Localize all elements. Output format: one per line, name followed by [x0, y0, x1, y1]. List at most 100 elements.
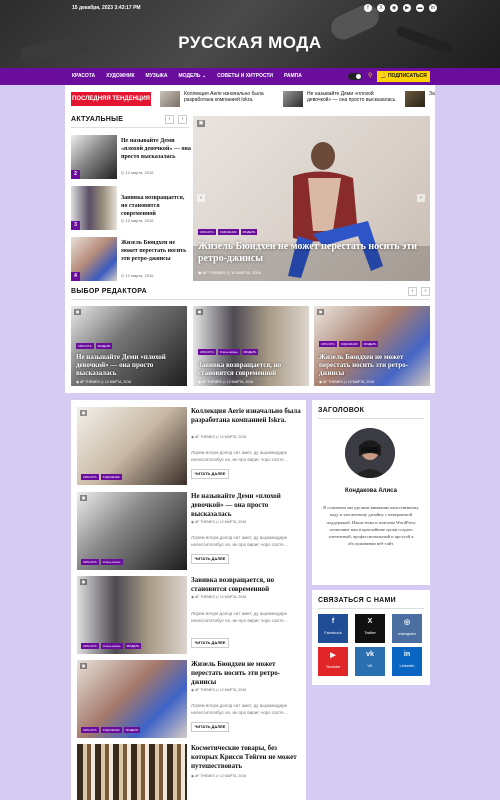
x-icon[interactable]: X: [377, 4, 385, 12]
facebook-button[interactable]: f Facebook: [318, 614, 348, 643]
tag[interactable]: МОДЕЛЬ: [240, 229, 258, 235]
avatar: [345, 428, 395, 478]
trending-item[interactable]: Коллекция Aerie изначально была разработ…: [160, 91, 274, 107]
trending-item[interactable]: За: [405, 91, 439, 107]
article-title[interactable]: Завивка возвращается, но становится совр…: [191, 576, 303, 594]
editor-card[interactable]: ▣ КРАСОТА МОДЕЛЬ Не называйте Деми «плох…: [71, 306, 187, 386]
facebook-icon[interactable]: f: [364, 4, 372, 12]
article-card[interactable]: ▣ КРАСОТА Очень жизнь МОДЕЛЬ Завивка воз…: [77, 576, 302, 656]
list-item[interactable]: 4 Жизель Бюндхен не может перестать носи…: [71, 237, 189, 281]
slider-next-button[interactable]: ›: [417, 194, 425, 202]
article-title[interactable]: Не называйте Деми «плохой девочкой» — он…: [191, 492, 303, 519]
article-card[interactable]: ▣ КРАСОТА ХУДОЖНИК МОДЕЛЬ Жизель Бюндхен…: [77, 660, 302, 740]
nav-item-artist[interactable]: ХУДОЖНИК: [106, 73, 134, 79]
editor-card-title[interactable]: Завивка возвращается, но становится совр…: [198, 361, 303, 377]
tag[interactable]: Очень жизнь: [100, 643, 123, 649]
article-card[interactable]: Косметические товары, без которых Крисси…: [77, 744, 302, 800]
article-image[interactable]: [77, 744, 187, 800]
nav-item-beauty[interactable]: КРАСОТА: [72, 73, 95, 79]
trending-item-title[interactable]: За: [429, 91, 439, 107]
site-title[interactable]: РУССКАЯ МОДА: [0, 33, 500, 53]
trending-thumbnail: [160, 91, 180, 107]
tag[interactable]: МОДЕЛЬ: [361, 341, 379, 347]
article-title[interactable]: Коллекция Aerie изначально была разработ…: [191, 407, 303, 425]
featured-title[interactable]: Жизель Бюндхен не может перестать носить…: [198, 241, 430, 265]
linkedin-button[interactable]: in Linkedin: [392, 647, 422, 676]
tag[interactable]: МОДЕЛЬ: [123, 727, 141, 733]
article-image[interactable]: ▣ КРАСОТА Очень жизнь МОДЕЛЬ: [77, 576, 187, 654]
tag[interactable]: ХУДОЖНИК: [338, 341, 360, 347]
nav-item-model[interactable]: МОДЕЛЬ ⌄: [179, 73, 207, 79]
tag[interactable]: ХУДОЖНИК: [100, 727, 122, 733]
editor-card[interactable]: ▣ КРАСОТА ХУДОЖНИК МОДЕЛЬ Жизель Бюндхен…: [314, 306, 430, 386]
tag[interactable]: Очень жизнь: [100, 559, 123, 565]
tag[interactable]: КРАСОТА: [81, 727, 99, 733]
youtube-button[interactable]: ▶ Youtube: [318, 647, 348, 676]
read-more-button[interactable]: ЧИТАТЬ ДАЛЕЕ: [191, 638, 229, 648]
instagram-icon[interactable]: ◉: [390, 4, 398, 12]
trending-item-title[interactable]: Не называйте Деми «плохой девочкой» — он…: [307, 91, 397, 107]
tag[interactable]: КРАСОТА: [81, 559, 99, 565]
list-item-date: ◴ 12 марта, 2016: [121, 273, 154, 278]
widget-title: ЗАГОЛОВОК: [318, 407, 365, 414]
vk-button[interactable]: vk VK: [355, 647, 385, 676]
article-image[interactable]: ▣ КРАСОТА Очень жизнь: [77, 492, 187, 570]
tag[interactable]: КРАСОТА: [319, 341, 337, 347]
dark-mode-toggle[interactable]: [348, 73, 362, 80]
article-title[interactable]: Жизель Бюндхен не может перестать носить…: [191, 660, 303, 687]
article-meta: ◉ AF THEMES ◴ 12 МАРТА, 2016: [191, 688, 247, 692]
article-title[interactable]: Косметические товары, без которых Крисси…: [191, 744, 303, 771]
article-card[interactable]: ▣ КРАСОТА ХУДОЖНИК Коллекция Aerie изнач…: [77, 407, 302, 487]
article-meta: ◉ AF THEMES ◴ 12 МАРТА, 2016: [191, 520, 247, 524]
editor-card-title[interactable]: Не называйте Деми «плохой девочкой» — он…: [76, 353, 181, 377]
tag[interactable]: МОДЕЛЬ: [124, 643, 142, 649]
list-item-date: ◴ 12 марта, 2016: [121, 218, 154, 223]
nav-item-tips[interactable]: СОВЕТЫ И ХИТРОСТИ: [217, 73, 273, 79]
subscribe-button[interactable]: 🔔 ПОДПИСАТЬСЯ: [377, 71, 430, 82]
instagram-icon: ◎: [403, 619, 411, 626]
editor-card[interactable]: ▣ КРАСОТА Очень жизнь МОДЕЛЬ Завивка воз…: [193, 306, 309, 386]
read-more-button[interactable]: ЧИТАТЬ ДАЛЕЕ: [191, 469, 229, 479]
article-image[interactable]: ▣ КРАСОТА ХУДОЖНИК МОДЕЛЬ: [77, 660, 187, 738]
search-icon[interactable]: ⚲: [368, 72, 372, 79]
tag[interactable]: КРАСОТА: [198, 229, 216, 235]
article-card[interactable]: ▣ КРАСОТА Очень жизнь Не называйте Деми …: [77, 492, 302, 572]
category-tags: КРАСОТА ХУДОЖНИК МОДЕЛЬ: [319, 341, 379, 347]
list-item[interactable]: 2 Не называйте Деми «плохой девочкой» — …: [71, 135, 191, 179]
list-item-title[interactable]: Жизель Бюндхен не может перестать носить…: [121, 239, 191, 263]
next-arrow-button[interactable]: ›: [421, 287, 430, 296]
nav-item-music[interactable]: МУЗЫКА: [146, 73, 168, 79]
prev-arrow-button[interactable]: ‹: [408, 287, 417, 296]
trending-item[interactable]: Не называйте Деми «плохой девочкой» — он…: [283, 91, 397, 107]
nav-item-ramp[interactable]: РАМПА: [284, 73, 302, 79]
tag[interactable]: КРАСОТА: [76, 343, 94, 349]
featured-post[interactable]: ▣ КРАСОТА ХУДОЖНИК МОДЕЛЬ Жизель Бюндхен…: [193, 116, 430, 281]
tag[interactable]: КРАСОТА: [81, 474, 99, 480]
next-arrow-button[interactable]: ›: [178, 115, 187, 124]
tag[interactable]: Очень жизнь: [217, 349, 240, 355]
editor-card-title[interactable]: Жизель Бюндхен не может перестать носить…: [319, 353, 424, 377]
read-more-button[interactable]: ЧИТАТЬ ДАЛЕЕ: [191, 554, 229, 564]
youtube-icon[interactable]: ▶: [403, 4, 411, 12]
instagram-button[interactable]: ◎ Instagram: [392, 614, 422, 643]
author-widget: ЗАГОЛОВОК Кондакова Алиса В основном мы …: [312, 400, 430, 585]
list-item[interactable]: 3 Завивка возвращается, но становится со…: [71, 186, 189, 230]
slider-prev-button[interactable]: ‹: [197, 194, 205, 202]
tag[interactable]: МОДЕЛЬ: [241, 349, 259, 355]
list-item-title[interactable]: Завивка возвращается, но становится совр…: [121, 194, 191, 218]
camera-icon: ▣: [197, 120, 205, 127]
vk-icon[interactable]: ▬: [416, 4, 424, 12]
trending-item-title[interactable]: Коллекция Aerie изначально была разработ…: [184, 91, 274, 107]
tag[interactable]: МОДЕЛЬ: [95, 343, 113, 349]
prev-arrow-button[interactable]: ‹: [165, 115, 174, 124]
article-image[interactable]: ▣ КРАСОТА ХУДОЖНИК: [77, 407, 187, 485]
read-more-button[interactable]: ЧИТАТЬ ДАЛЕЕ: [191, 722, 229, 732]
linkedin-icon[interactable]: in: [429, 4, 437, 12]
list-item-title[interactable]: Не называйте Деми «плохой девочкой» — он…: [121, 137, 191, 161]
tag[interactable]: КРАСОТА: [198, 349, 216, 355]
tag[interactable]: ХУДОЖНИК: [100, 474, 122, 480]
twitter-button[interactable]: X Twitter: [355, 614, 385, 643]
tag[interactable]: КРАСОТА: [81, 643, 99, 649]
tag[interactable]: ХУДОЖНИК: [217, 229, 239, 235]
avatar-image: [345, 428, 395, 478]
